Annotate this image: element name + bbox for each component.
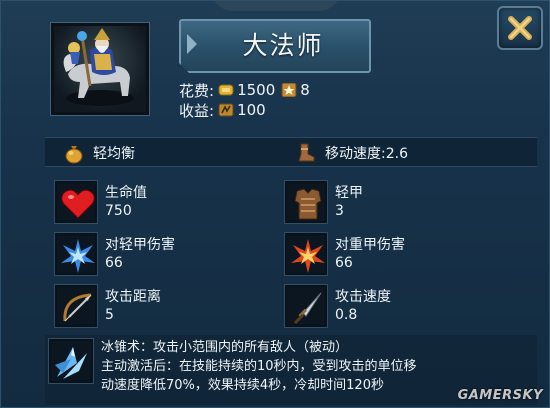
unit-name: 大法师: [242, 31, 324, 60]
unit-portrait: [51, 23, 149, 115]
close-button[interactable]: [497, 6, 543, 50]
bow-icon: [55, 285, 97, 327]
gold-coin-icon: [218, 84, 234, 96]
income-row: 收益: 100: [179, 100, 266, 120]
fire-burst-icon: [285, 233, 327, 275]
armor-icon: [285, 181, 327, 223]
stat-label: 对重甲伤害: [335, 237, 405, 253]
stat-armor: 轻甲 3: [285, 181, 505, 227]
stat-label: 生命值: [105, 185, 147, 201]
stat-label: 攻击距离: [105, 289, 161, 305]
armor-weight-item: 轻均衡: [63, 138, 135, 168]
stat-value: 3: [335, 203, 344, 219]
cost-row: 花费: 1500 8: [179, 80, 310, 100]
ice-shard-icon: [49, 339, 93, 383]
stat-label: 攻击速度: [335, 289, 391, 305]
armor-weight-text: 轻均衡: [93, 146, 135, 162]
watermark: GAMERSKY: [457, 388, 543, 403]
income-value: 100: [237, 101, 266, 119]
dagger-icon: [285, 285, 327, 327]
supply-cost-value: 8: [300, 81, 310, 99]
weight-bag-icon: [65, 146, 83, 164]
supply-star-icon: [281, 83, 297, 97]
unit-info-panel: 大法师 花费: 1500 8 收益: 100 轻均衡 移动速度:2.6 生命值 …: [0, 0, 550, 408]
stat-label: 轻甲: [335, 185, 363, 201]
stat-value: 0.8: [335, 307, 358, 323]
cost-label: 花费:: [179, 81, 215, 100]
stat-value: 5: [105, 307, 114, 323]
stat-value: 66: [335, 255, 353, 271]
heart-icon: [55, 181, 97, 223]
income-label: 收益:: [179, 101, 215, 120]
boot-icon: [298, 143, 315, 162]
top-notch: [211, 1, 341, 11]
income-icon: [218, 103, 234, 117]
trait-strip: 轻均衡 移动速度:2.6: [45, 137, 537, 167]
ice-burst-icon: [55, 233, 97, 275]
stat-attack-speed: 攻击速度 0.8: [285, 285, 505, 331]
stat-value: 750: [105, 203, 132, 219]
ability-line-2: 主动激活后：在技能持续的10秒内，受到攻击的单位移: [101, 359, 417, 374]
close-icon: [508, 16, 532, 40]
stat-label: 对轻甲伤害: [105, 237, 175, 253]
gold-cost-value: 1500: [237, 81, 276, 99]
stat-light-armor-damage: 对轻甲伤害 66: [55, 233, 275, 279]
stat-value: 66: [105, 255, 123, 271]
stat-health: 生命值 750: [55, 181, 275, 227]
stat-heavy-armor-damage: 对重甲伤害 66: [285, 233, 505, 279]
ability-line-1: 冰锥术：攻击小范围内的所有敌人（被动）: [101, 340, 349, 355]
ability-description: 冰锥术：攻击小范围内的所有敌人（被动） 主动激活后：在技能持续的10秒内，受到攻…: [101, 338, 533, 395]
move-speed-item: 移动速度:2.6: [295, 138, 408, 168]
stat-attack-range: 攻击距离 5: [55, 285, 275, 331]
title-arrow-icon: [187, 34, 197, 54]
move-speed-text: 移动速度:2.6: [325, 146, 408, 162]
